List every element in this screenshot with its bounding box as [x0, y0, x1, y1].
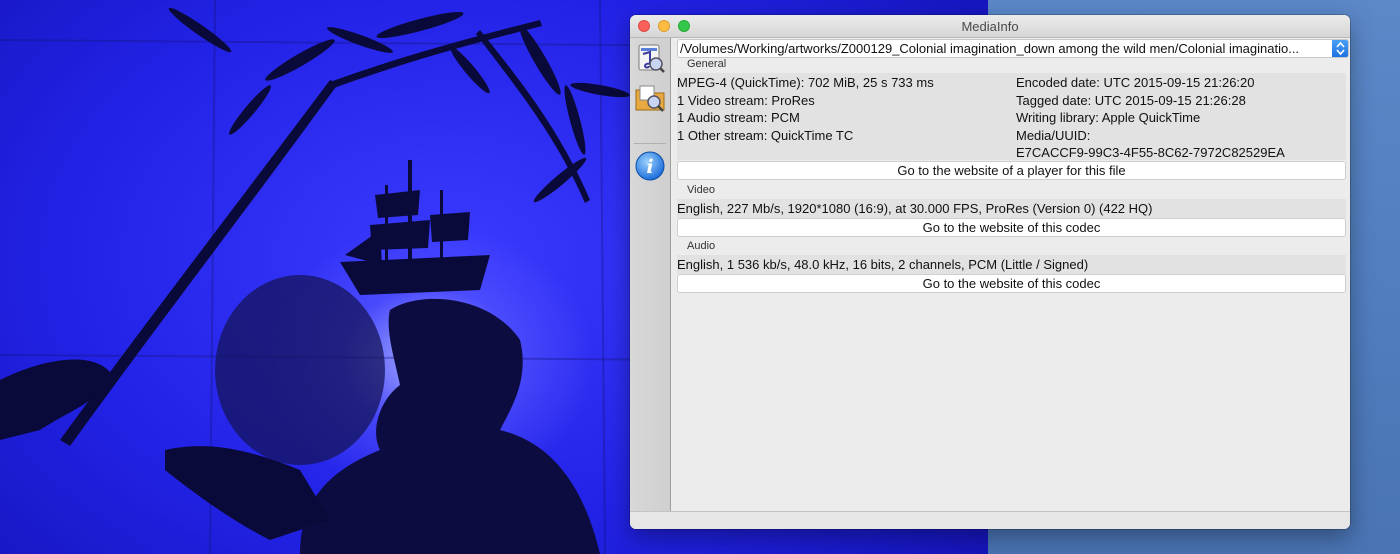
- open-folder-button[interactable]: [634, 82, 666, 114]
- general-tagged-date: Tagged date: UTC 2015-09-15 21:26:28: [1016, 93, 1246, 108]
- file-open-icon: [638, 44, 665, 73]
- svg-text:i: i: [646, 156, 653, 178]
- audio-info: English, 1 536 kb/s, 48.0 kHz, 16 bits, …: [677, 255, 1346, 274]
- general-section-label: General: [687, 58, 727, 70]
- audio-details: English, 1 536 kb/s, 48.0 kHz, 16 bits, …: [677, 257, 1089, 272]
- title-bar[interactable]: MediaInfo: [630, 15, 1350, 38]
- video-details: English, 227 Mb/s, 1920*1080 (16:9), at …: [677, 201, 1153, 216]
- mediainfo-window: MediaInfo i /Volumes/Working/artworks/Z0…: [630, 15, 1350, 529]
- audio-codec-website-button[interactable]: Go to the website of this codec: [677, 274, 1346, 293]
- info-icon: i: [635, 151, 665, 181]
- general-encoded-date: Encoded date: UTC 2015-09-15 21:26:20: [1016, 75, 1255, 90]
- info-panel: /Volumes/Working/artworks/Z000129_Coloni…: [671, 38, 1350, 512]
- toolbar-sidebar: i: [630, 38, 671, 512]
- about-button[interactable]: i: [634, 150, 666, 182]
- general-audio-streams: 1 Audio stream: PCM: [677, 110, 800, 125]
- window-title: MediaInfo: [961, 19, 1019, 34]
- sidebar-divider: [634, 143, 666, 144]
- folder-open-icon: [635, 85, 665, 112]
- general-other-streams: 1 Other stream: QuickTime TC: [677, 128, 854, 143]
- open-file-button[interactable]: [634, 42, 666, 74]
- file-path-value: /Volumes/Working/artworks/Z000129_Coloni…: [680, 41, 1300, 56]
- select-arrows-icon[interactable]: [1332, 40, 1348, 57]
- general-info: MPEG-4 (QuickTime): 702 MiB, 25 s 733 ms…: [677, 73, 1346, 160]
- video-codec-website-button[interactable]: Go to the website of this codec: [677, 218, 1346, 237]
- status-bar: [630, 511, 1350, 529]
- general-video-streams: 1 Video stream: ProRes: [677, 93, 815, 108]
- general-uuid-value: E7CACCF9-99C3-4F55-8C62-7972C82529EA: [1016, 145, 1285, 160]
- video-section-label: Video: [687, 184, 715, 196]
- file-path-select[interactable]: /Volumes/Working/artworks/Z000129_Coloni…: [677, 39, 1349, 58]
- video-info: English, 227 Mb/s, 1920*1080 (16:9), at …: [677, 199, 1346, 218]
- audio-section-label: Audio: [687, 240, 716, 252]
- general-uuid-label: Media/UUID:: [1016, 128, 1091, 143]
- player-website-button[interactable]: Go to the website of a player for this f…: [677, 161, 1346, 180]
- general-writing-library: Writing library: Apple QuickTime: [1016, 110, 1201, 125]
- general-format: MPEG-4 (QuickTime): 702 MiB, 25 s 733 ms: [677, 75, 934, 90]
